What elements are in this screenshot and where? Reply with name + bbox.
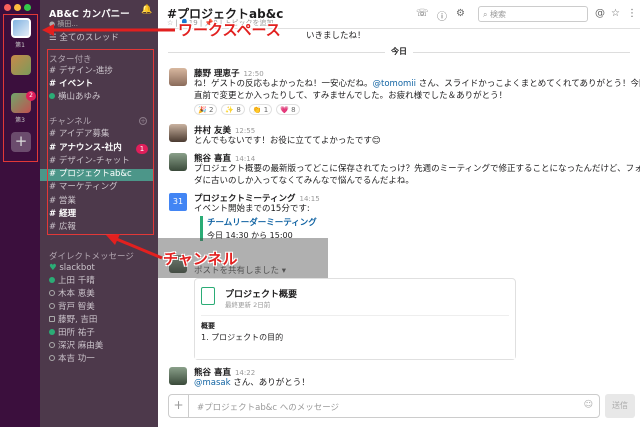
- window-controls: [4, 4, 31, 11]
- attach-plus-icon[interactable]: +: [169, 395, 189, 417]
- maximize-window-icon[interactable]: [24, 4, 31, 11]
- presence-dot: [49, 342, 55, 348]
- message-text: とんでもないです！お役に立ててよかったです😊: [194, 136, 381, 146]
- presence-dot: [49, 355, 55, 361]
- dm-item[interactable]: 深沢 麻由美: [49, 341, 103, 352]
- send-button[interactable]: 送信: [605, 394, 635, 418]
- team-name[interactable]: AB&C カンパニー: [49, 6, 130, 20]
- message-text: イベント開始までの15分です:: [194, 204, 310, 214]
- event-title-link[interactable]: チームリーダーミーティング: [207, 216, 317, 228]
- document-icon: [201, 287, 215, 305]
- gear-icon[interactable]: ⚙: [456, 8, 465, 19]
- avatar[interactable]: [169, 367, 187, 385]
- search-input[interactable]: ⌕ 検索: [478, 6, 588, 22]
- previous-message-tail: いきましたね！: [306, 31, 366, 41]
- channel-arrow-icon: [106, 234, 163, 260]
- channel-annotation: チャンネル: [163, 250, 238, 268]
- more-icon[interactable]: ⋮: [627, 8, 637, 19]
- reaction[interactable]: 💗 8: [276, 104, 300, 115]
- message-text: 直前で変更とか入ったりして、すみませんでした。お疲れ様でした＆ありがとう！: [194, 91, 508, 101]
- message-text: ね！ゲストの反応もよかったね！一安心だね。@tomomii さん、スライドかっこ…: [194, 79, 640, 89]
- reaction[interactable]: 👏 1: [248, 104, 273, 115]
- dm-item[interactable]: 木本 恵美: [49, 289, 95, 300]
- card-divider: [201, 315, 509, 316]
- mention-icon[interactable]: @: [595, 8, 605, 19]
- channel-highlight-box: [47, 49, 154, 235]
- card-fade: [195, 337, 515, 359]
- group-icon: [49, 316, 55, 322]
- dm-item[interactable]: 背戸 智美: [49, 302, 95, 313]
- main-pane: #プロジェクトab&c ☆ | 👤19 | 📌0 | トピックを追加 ☏ ⓘ ⚙…: [158, 0, 640, 427]
- workspace-arrow-icon: [42, 24, 175, 36]
- workspace-highlight-box: [3, 14, 38, 162]
- workspace-annotation: ワークスペース: [178, 21, 281, 39]
- reaction[interactable]: 🎉 2: [194, 104, 218, 115]
- dm-item[interactable]: 上田 千晴: [49, 276, 95, 287]
- reactions: 🎉 2 ✨ 8 👏 1 💗 8: [194, 104, 300, 115]
- presence-dot: [49, 277, 55, 283]
- post-heading: 概要: [201, 322, 215, 330]
- post-updated: 最終更新 2日前: [225, 301, 271, 309]
- avatar[interactable]: [169, 153, 187, 171]
- emoji-icon[interactable]: ☺: [584, 400, 593, 410]
- close-window-icon[interactable]: [4, 4, 11, 11]
- date-divider: 今日: [158, 46, 640, 57]
- dm-item[interactable]: 田所 祐子: [49, 328, 95, 339]
- info-icon[interactable]: ⓘ: [437, 8, 447, 23]
- message-input[interactable]: + #プロジェクトab&c へのメッセージ ☺: [168, 394, 600, 418]
- message-placeholder: #プロジェクトab&c へのメッセージ: [197, 403, 340, 413]
- bell-icon[interactable]: 🔔: [141, 5, 152, 15]
- phone-icon[interactable]: ☏: [416, 8, 429, 19]
- message-text: プロジェクト概要の最新版ってどこに保存されてたっけ？先週のミーティングで修正する…: [194, 164, 640, 174]
- shared-post-card[interactable]: プロジェクト概要 最終更新 2日前 概要 1. プロジェクトの目的: [194, 278, 516, 360]
- minimize-window-icon[interactable]: [14, 4, 21, 11]
- avatar[interactable]: [169, 124, 187, 142]
- dm-item[interactable]: 本吉 功一: [49, 354, 95, 365]
- presence-dot: [49, 290, 55, 296]
- heart-icon: ♥: [49, 263, 60, 273]
- reaction[interactable]: ✨ 8: [221, 104, 245, 115]
- calendar-icon[interactable]: 31: [169, 193, 187, 211]
- message-text: @masak さん、ありがとう！: [194, 378, 310, 388]
- star-icon[interactable]: ☆: [611, 8, 620, 19]
- dm-item[interactable]: 藤野, 吉田: [49, 315, 97, 326]
- presence-dot: [49, 329, 55, 335]
- avatar[interactable]: [169, 68, 187, 86]
- presence-dot: [49, 303, 55, 309]
- message-text: ダに古いのしか入ってなくてみんなで悩んでるんだよね。: [194, 176, 414, 186]
- search-icon: ⌕: [483, 10, 491, 19]
- dm-slackbot[interactable]: ♥ slackbot: [49, 263, 95, 274]
